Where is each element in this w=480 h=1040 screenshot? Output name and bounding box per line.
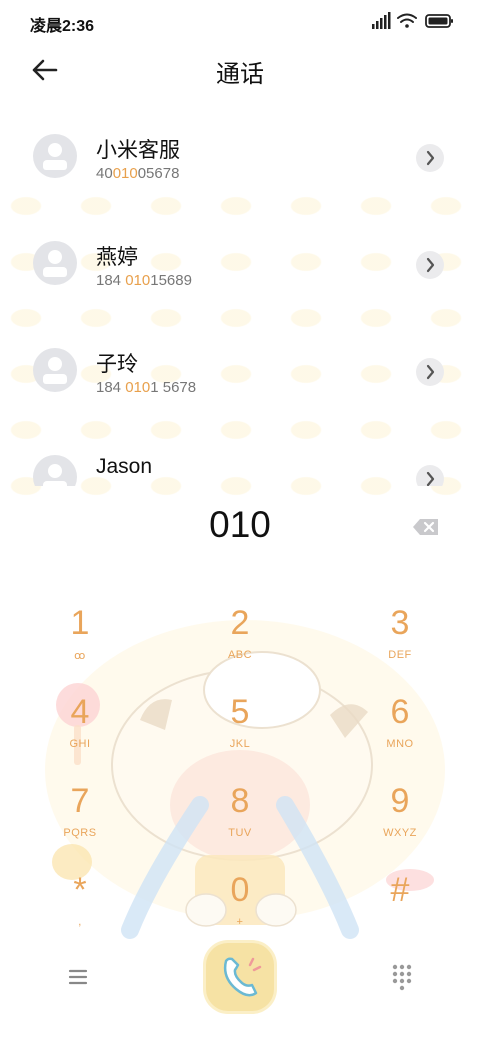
delete-button[interactable] (412, 517, 440, 537)
contact-number: 4001005678 (96, 165, 180, 182)
key-digit: 4 (70, 693, 90, 731)
key-4[interactable]: 4 GHI (20, 685, 140, 765)
key-1[interactable]: 1 ꝏ (20, 596, 140, 676)
voicemail-icon: ꝏ (74, 650, 86, 662)
contact-detail-button[interactable] (416, 144, 444, 172)
menu-icon (68, 969, 88, 985)
key-digit: 1 (70, 604, 90, 642)
backspace-icon (413, 519, 438, 535)
key-digit: 6 (390, 693, 410, 731)
key-letters: TUV (228, 827, 252, 839)
contact-number: 184 01015689 (96, 272, 192, 289)
menu-button[interactable] (58, 963, 98, 991)
status-bar: 凌晨2:36 (0, 0, 480, 40)
key-digit: * (73, 871, 87, 909)
battery-icon (425, 14, 453, 28)
contact-number: 184 0101 5678 (96, 379, 197, 396)
key-9[interactable]: 9 WXYZ (340, 774, 460, 854)
key-letters: , (78, 916, 82, 928)
contact-item[interactable]: 小米客服 4001005678 (0, 118, 480, 225)
key-digit: 0 (230, 871, 250, 909)
signal-icon (372, 12, 391, 29)
key-7[interactable]: 7 PQRS (20, 774, 140, 854)
avatar (33, 134, 77, 178)
phone-icon (223, 957, 262, 997)
chevron-right-icon (426, 471, 435, 486)
key-5[interactable]: 5 JKL (180, 685, 300, 765)
contact-detail-button[interactable] (416, 465, 444, 486)
call-button[interactable] (206, 943, 274, 1011)
key-letters: MNO (386, 738, 414, 750)
contact-item[interactable]: 子玲 184 0101 5678 (0, 332, 480, 439)
key-3[interactable]: 3 DEF (340, 596, 460, 676)
key-letters: + (236, 916, 244, 928)
keypad-grid-icon (392, 964, 412, 991)
keypad-toggle-button[interactable] (382, 959, 422, 995)
avatar (33, 241, 77, 285)
key-letters: PQRS (63, 827, 97, 839)
chevron-right-icon (426, 257, 435, 273)
status-icons (372, 12, 453, 29)
key-0[interactable]: 0 + (180, 863, 300, 943)
chevron-right-icon (426, 364, 435, 380)
status-time: 凌晨2:36 (30, 18, 95, 35)
contact-name: 子玲 (96, 353, 138, 376)
key-digit: 2 (230, 604, 250, 642)
key-2[interactable]: 2 ABC (180, 596, 300, 676)
contact-item[interactable]: Jason (0, 439, 480, 486)
contact-name: 燕婷 (96, 246, 138, 269)
key-digit: 3 (390, 604, 410, 642)
key-letters: JKL (229, 738, 251, 750)
wifi-icon (397, 13, 417, 28)
key-hash[interactable]: # (340, 863, 460, 943)
key-digit: 9 (390, 782, 410, 820)
key-8[interactable]: 8 TUV (180, 774, 300, 854)
avatar (33, 348, 77, 392)
contact-item[interactable]: 燕婷 184 01015689 (0, 225, 480, 332)
header: 通话 (0, 44, 480, 96)
key-digit: # (390, 871, 410, 909)
contact-name: Jason (96, 455, 153, 478)
key-digit: 8 (230, 782, 250, 820)
key-letters: ABC (227, 649, 253, 661)
contact-detail-button[interactable] (416, 251, 444, 279)
key-letters: DEF (388, 649, 412, 661)
bottom-bar (0, 935, 480, 1025)
contact-list: 小米客服 4001005678 燕婷 184 01015689 子玲 184 0… (0, 118, 480, 486)
avatar (33, 455, 77, 486)
contact-name: 小米客服 (96, 139, 180, 162)
key-letters: GHI (69, 738, 91, 750)
key-star[interactable]: * , (20, 863, 140, 943)
key-digit: 7 (70, 782, 90, 820)
contact-detail-button[interactable] (416, 358, 444, 386)
key-letters: WXYZ (383, 827, 417, 839)
dialed-number: 010 (209, 504, 271, 545)
key-6[interactable]: 6 MNO (340, 685, 460, 765)
page-title: 通话 (216, 61, 264, 88)
chevron-right-icon (426, 150, 435, 166)
key-digit: 5 (230, 693, 250, 731)
